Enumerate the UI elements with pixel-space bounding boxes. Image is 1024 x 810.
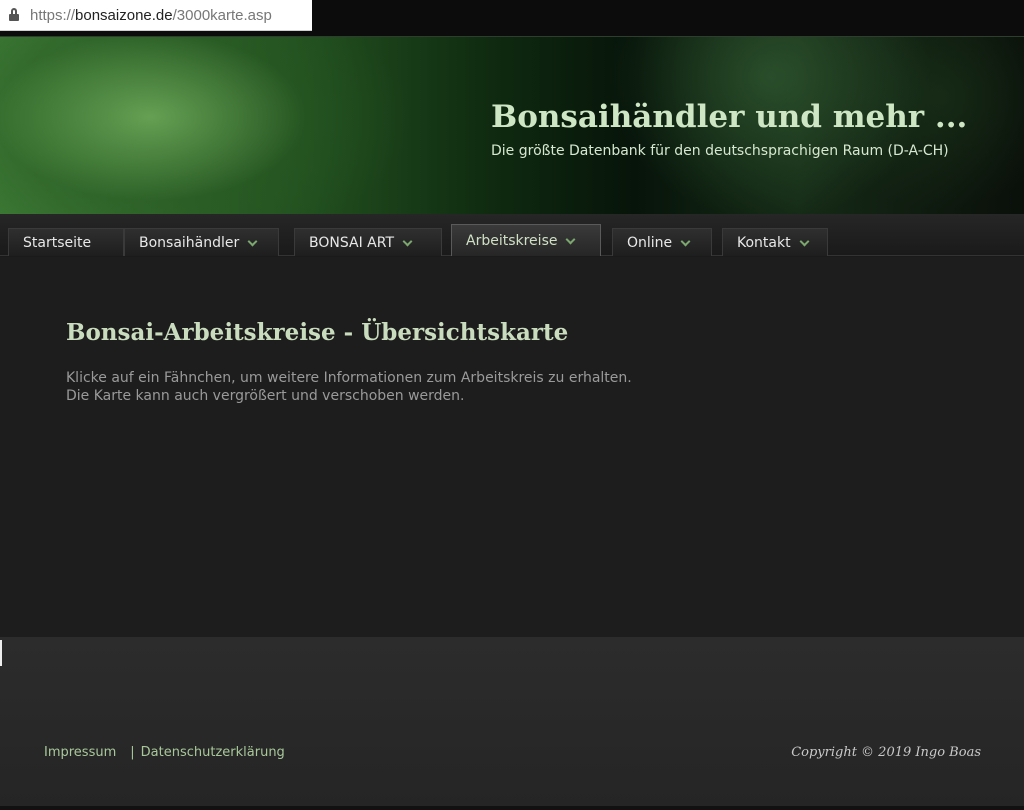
nav-label: Arbeitskreise — [466, 232, 558, 249]
site-subtitle: Die größte Datenbank für den deutschspra… — [491, 143, 949, 159]
nav-label: Kontakt — [737, 234, 791, 251]
nav-label: BONSAI ART — [309, 234, 394, 251]
nav-item-bonsai-art[interactable]: BONSAI ART — [294, 228, 442, 256]
chevron-down-icon — [566, 234, 576, 244]
page-edge — [0, 640, 2, 666]
main-content: Bonsai-Arbeitskreise - Übersichtskarte K… — [0, 257, 1024, 637]
footer-links: Impressum | Datenschutzerklärung — [44, 745, 285, 760]
impressum-link[interactable]: Impressum — [44, 745, 116, 760]
nav-item-kontakt[interactable]: Kontakt — [722, 228, 828, 256]
copyright: Copyright © 2019 Ingo Boas — [791, 745, 981, 760]
page-intro: Klicke auf ein Fähnchen, um weitere Info… — [66, 370, 632, 404]
address-bar[interactable]: https://bonsaizone.de/3000karte.asp — [0, 0, 312, 31]
nav-label: Bonsaihändler — [139, 234, 240, 251]
nav-item-startseite[interactable]: Startseite — [8, 228, 124, 256]
chevron-down-icon — [799, 236, 810, 246]
nav-label: Startseite — [23, 234, 92, 251]
footer-separator: | — [130, 745, 135, 760]
page-title: Bonsai-Arbeitskreise - Übersichtskarte — [66, 319, 569, 346]
nav-item-online[interactable]: Online — [612, 228, 712, 256]
chevron-down-icon — [247, 236, 258, 246]
chevron-down-icon — [402, 236, 413, 246]
nav-item-bonsaihaendler[interactable]: Bonsaihändler — [124, 228, 279, 256]
url-text[interactable]: https://bonsaizone.de/3000karte.asp — [30, 7, 272, 24]
header-banner: Bonsaihändler und mehr ... Die größte Da… — [0, 36, 1024, 214]
footer-bottom-strip — [0, 806, 1024, 810]
top-strip — [312, 0, 1024, 36]
site-title: Bonsaihändler und mehr ... — [491, 99, 968, 135]
nav-item-arbeitskreise[interactable]: Arbeitskreise — [451, 224, 601, 256]
footer: Impressum | Datenschutzerklärung Copyrig… — [0, 637, 1024, 806]
datenschutz-link[interactable]: Datenschutzerklärung — [141, 745, 285, 760]
lock-icon — [8, 8, 20, 22]
chevron-down-icon — [680, 236, 691, 246]
nav-label: Online — [627, 234, 673, 251]
main-nav: Startseite Bonsaihändler BONSAI ART Arbe… — [0, 214, 1024, 256]
